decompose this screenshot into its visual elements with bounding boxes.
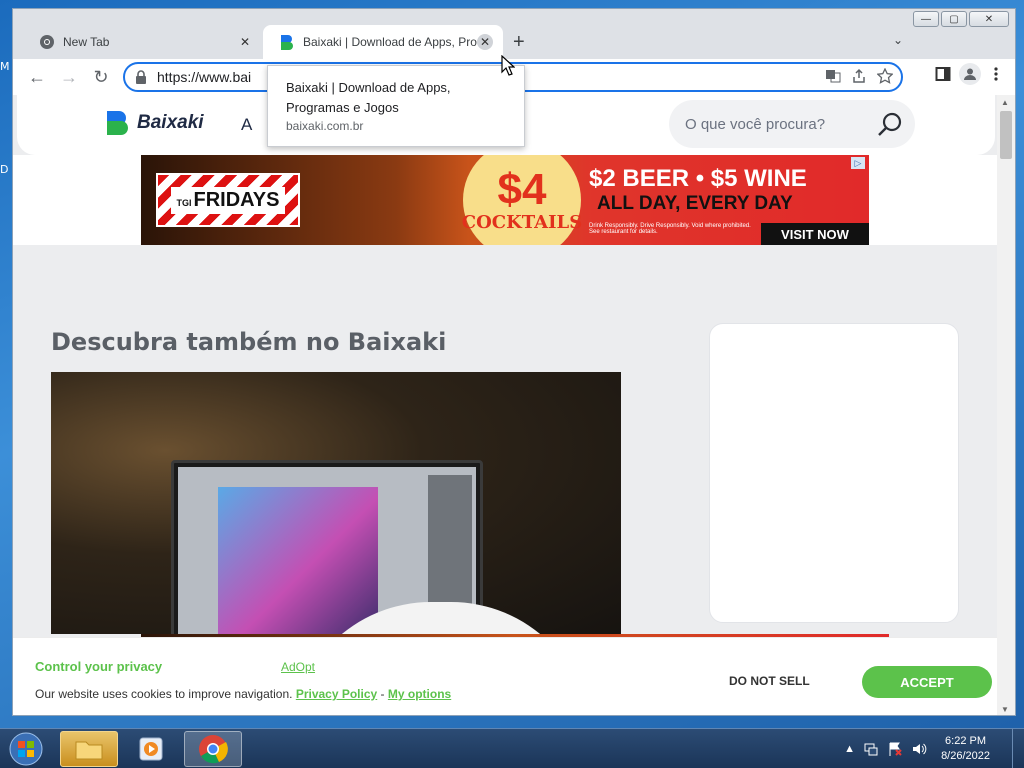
start-button[interactable]	[4, 731, 48, 767]
desktop-icon-label: D	[0, 163, 9, 176]
accept-button[interactable]: ACCEPT	[862, 666, 992, 698]
tab-baixaki[interactable]: Baixaki | Download de Apps, Prog ✕	[263, 25, 503, 59]
windows-start-icon	[9, 732, 43, 766]
show-desktop-button[interactable]	[1012, 729, 1024, 768]
site-search-input[interactable]: O que você procura?	[669, 100, 915, 148]
fridays-logo: TGI FRIDAYS	[156, 173, 300, 227]
banner-ad[interactable]: TGI FRIDAYS $4 COCKTAILS $2 BEER • $5 WIN…	[141, 155, 869, 245]
baixaki-logo-icon	[107, 111, 128, 135]
logo-text: Baixaki	[137, 112, 204, 133]
privacy-text: Our website uses cookies to improve navi…	[35, 687, 452, 701]
page-viewport: Baixaki A O que você procura? TGI FRIDAYS…	[13, 95, 999, 715]
tray-expand-icon[interactable]: ▲	[844, 743, 855, 755]
featured-article-image[interactable]	[51, 372, 621, 634]
scroll-thumb[interactable]	[1000, 111, 1012, 159]
browser-window: — ▢ ✕ New Tab ✕ Baixaki | Download de Ap…	[12, 8, 1016, 716]
baixaki-favicon-icon	[281, 35, 293, 50]
scroll-down-icon[interactable]: ▼	[1001, 705, 1009, 714]
clock[interactable]: 6:22 PM 8/26/2022	[941, 734, 990, 764]
scroll-up-icon[interactable]: ▲	[1001, 98, 1009, 107]
forward-button[interactable]: →	[53, 61, 85, 93]
ad-band: TGI FRIDAYS $4 COCKTAILS $2 BEER • $5 WIN…	[13, 155, 999, 245]
adopt-link[interactable]: AdOpt	[281, 660, 315, 674]
search-icon[interactable]	[877, 112, 903, 138]
network-icon[interactable]	[863, 741, 879, 757]
tab-title: New Tab	[63, 35, 110, 49]
translate-icon[interactable]	[825, 68, 841, 84]
url-text: https://www.bai	[157, 69, 252, 85]
profile-avatar-icon[interactable]	[959, 63, 981, 85]
volume-icon[interactable]	[911, 741, 927, 757]
back-button[interactable]: ←	[21, 61, 53, 93]
privacy-title: Control your privacy	[35, 659, 163, 674]
privacy-policy-link[interactable]: Privacy Policy	[296, 687, 377, 701]
system-tray: ▲ 6:22 PM 8/26/2022	[844, 729, 1024, 768]
action-center-flag-icon[interactable]	[887, 741, 903, 757]
taskbar-chrome[interactable]	[184, 731, 242, 767]
taskbar: ▲ 6:22 PM 8/26/2022	[0, 728, 1024, 768]
tab-strip: New Tab ✕ Baixaki | Download de Apps, Pr…	[13, 23, 1015, 59]
privacy-banner: Control your privacy AdOpt Our website u…	[13, 637, 999, 715]
ad-subheadline: ALL DAY, EVERY DAY	[597, 193, 793, 214]
folder-icon	[75, 741, 103, 760]
site-logo[interactable]: Baixaki	[105, 109, 204, 137]
tab-search-icon[interactable]: ⌄	[893, 33, 903, 47]
lock-icon	[136, 70, 146, 84]
menu-kebab-icon[interactable]	[989, 66, 1003, 82]
clock-date: 8/26/2022	[941, 750, 990, 762]
sidebar-card	[709, 323, 959, 623]
tab-title: Baixaki | Download de Apps, Prog	[303, 35, 477, 49]
taskbar-media-player[interactable]	[122, 731, 180, 767]
side-panel-icon[interactable]	[935, 66, 951, 82]
share-icon[interactable]	[851, 68, 867, 84]
tab-new-tab[interactable]: New Tab ✕	[23, 25, 263, 59]
clock-time: 6:22 PM	[945, 735, 987, 747]
visit-now-button[interactable]: VISIT NOW	[761, 223, 869, 245]
ad-fine-print: Drink Responsibly. Drive Responsibly. Vo…	[589, 223, 751, 235]
section-title: Descubra também no Baixaki	[51, 328, 447, 356]
tab-hover-card: Baixaki | Download de Apps, Programas e …	[267, 65, 525, 147]
chrome-icon	[40, 35, 54, 49]
desktop-icon-label: M	[0, 60, 10, 73]
cocktail-price-badge: $4 COCKTAILS	[462, 155, 582, 245]
my-options-link[interactable]: My options	[388, 687, 451, 701]
do-not-sell-button[interactable]: DO NOT SELL	[729, 674, 810, 688]
page-scrollbar[interactable]: ▲ ▼	[997, 95, 1015, 715]
search-placeholder: O que você procura?	[685, 115, 826, 133]
nav-menu-item[interactable]: A	[241, 115, 252, 135]
taskbar-explorer[interactable]	[60, 731, 118, 767]
tab-close-icon[interactable]: ✕	[237, 34, 253, 50]
mouse-cursor-icon	[501, 55, 515, 76]
hover-card-url: baixaki.com.br	[286, 119, 364, 133]
tab-close-icon[interactable]: ✕	[477, 34, 493, 50]
bookmark-star-icon[interactable]	[877, 68, 893, 84]
ad-headline: $2 BEER • $5 WINE	[589, 165, 807, 192]
media-player-icon	[139, 737, 163, 761]
reload-button[interactable]: ↻	[85, 61, 117, 93]
hover-card-title: Baixaki | Download de Apps, Programas e …	[286, 80, 451, 115]
adchoices-icon[interactable]: ▷	[851, 157, 865, 169]
new-tab-button[interactable]: +	[513, 31, 525, 54]
chrome-icon	[199, 735, 228, 764]
